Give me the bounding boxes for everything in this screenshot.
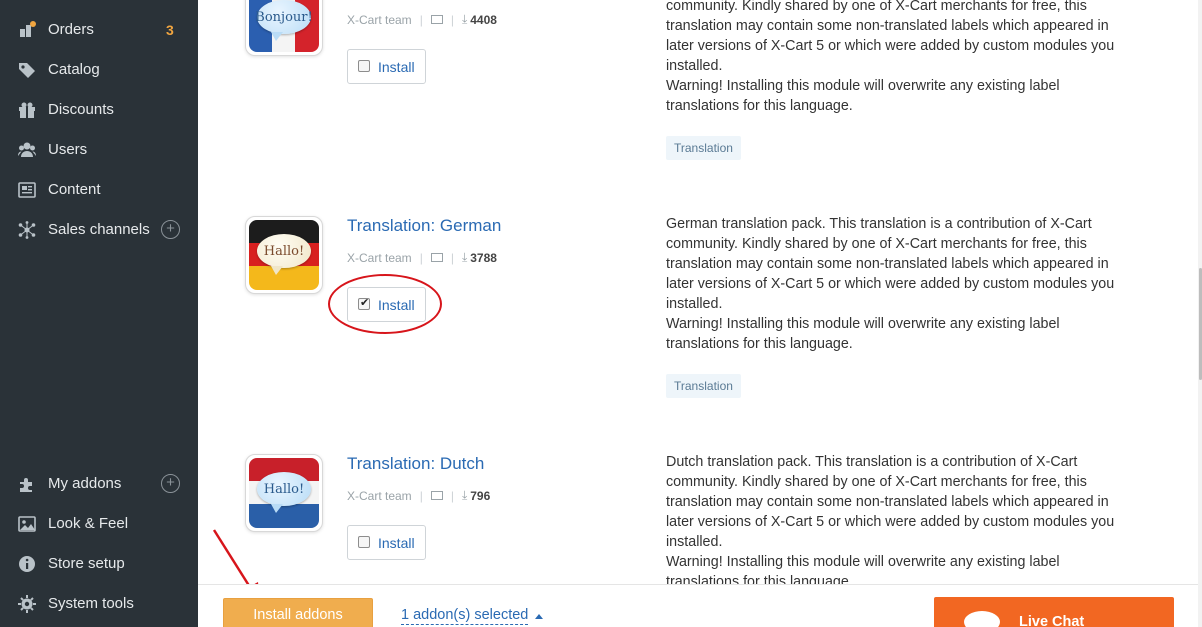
users-icon	[18, 142, 36, 157]
sidebar-item-discounts[interactable]: Discounts	[0, 90, 198, 130]
install-checkbox[interactable]	[358, 536, 370, 548]
description-line: installed.	[666, 58, 723, 74]
sidebar-item-label: Orders	[48, 21, 94, 38]
download-count: 3788	[470, 250, 497, 265]
description-line: installed.	[666, 534, 723, 550]
download-count: 4408	[470, 12, 497, 27]
description-line: Warning! Installing this module will ove…	[666, 78, 1060, 94]
live-chat-button[interactable]: Live Chat	[934, 597, 1174, 627]
sidebar-item-label: My addons	[48, 475, 122, 492]
sidebar: Orders 3 Catalog Discounts Users Content…	[0, 0, 198, 627]
gift-icon	[19, 102, 35, 118]
install-button-french[interactable]: Install	[347, 49, 426, 84]
addon-description: community. Kindly shared by one of X-Car…	[666, 0, 1136, 116]
mail-icon[interactable]	[430, 253, 443, 262]
install-addons-button[interactable]: Install addons	[223, 598, 373, 627]
info-icon	[19, 556, 35, 572]
description-line: community. Kindly shared by one of X-Car…	[666, 236, 1087, 252]
sidebar-item-look-and-feel[interactable]: Look & Feel	[0, 504, 198, 544]
addon-description: German translation pack. This translatio…	[666, 214, 1136, 354]
live-chat-label: Live Chat	[1019, 614, 1085, 627]
sidebar-item-content[interactable]: Content	[0, 170, 198, 210]
description-line: Warning! Installing this module will ove…	[666, 554, 1060, 570]
chat-bubble-icon	[964, 611, 1000, 627]
sidebar-item-orders[interactable]: Orders 3	[0, 10, 198, 50]
download-count: 796	[470, 488, 491, 503]
speech-bubble-icon: Bonjour!	[255, 0, 313, 41]
description-line: German translation pack. This translatio…	[666, 216, 1092, 232]
description-line: Dutch translation pack. This translation…	[666, 454, 1078, 470]
sidebar-item-sales-channels[interactable]: Sales channels +	[0, 210, 198, 250]
mail-icon[interactable]	[430, 15, 443, 24]
description-line: translation may contain some non-transla…	[666, 494, 1109, 510]
sidebar-item-catalog[interactable]: Catalog	[0, 50, 198, 90]
mail-icon[interactable]	[430, 491, 443, 500]
sidebar-item-my-addons[interactable]: My addons +	[0, 464, 198, 504]
speech-bubble-icon: Hallo!	[257, 472, 311, 513]
description-line: installed.	[666, 296, 723, 312]
addon-author: X-Cart team	[347, 488, 412, 503]
description-line: Warning! Installing this module will ove…	[666, 316, 1060, 332]
description-line: translation may contain some non-transla…	[666, 256, 1109, 272]
addon-tile-french[interactable]: Bonjour!	[245, 0, 323, 56]
add-addon-button[interactable]: +	[161, 474, 180, 493]
sidebar-item-label: Look & Feel	[48, 515, 129, 532]
sidebar-item-label: Store setup	[48, 555, 125, 572]
description-line: translation may contain some non-transla…	[666, 18, 1109, 34]
gear-icon	[18, 595, 36, 613]
description-line: later versions of X-Cart 5 or which were…	[666, 38, 1115, 54]
addon-tile-german[interactable]: Hallo!	[245, 216, 323, 294]
addon-author: X-Cart team	[347, 250, 412, 265]
bottom-action-bar: Install addons 1 addon(s) selected Live …	[198, 584, 1198, 627]
speech-bubble-icon: Hallo!	[257, 234, 311, 275]
description-line: community. Kindly shared by one of X-Car…	[666, 474, 1087, 490]
description-line: translations for this language.	[666, 336, 853, 352]
addon-title[interactable]: Translation: German	[347, 216, 501, 236]
sidebar-item-label: Content	[48, 181, 101, 198]
sidebar-item-label: Sales channels	[48, 221, 150, 238]
install-label: Install	[378, 59, 415, 75]
description-line: translations for this language.	[666, 574, 853, 584]
addon-meta: X-Cart team | | ⤓ 796	[347, 488, 491, 503]
sidebar-item-label: Discounts	[48, 101, 114, 118]
sidebar-item-system-tools[interactable]: System tools	[0, 584, 198, 624]
orders-count-badge: 3	[166, 22, 174, 38]
tag-translation[interactable]: Translation	[666, 374, 741, 398]
network-icon	[18, 221, 36, 239]
install-checkbox[interactable]	[358, 60, 370, 72]
tag-icon	[19, 63, 35, 78]
addon-author: X-Cart team	[347, 12, 412, 27]
addon-title[interactable]: Translation: Dutch	[347, 454, 484, 474]
addon-description: Dutch translation pack. This translation…	[666, 452, 1136, 584]
addon-meta: X-Cart team | | ⤓ 4408	[347, 12, 497, 27]
description-line: translations for this language.	[666, 98, 853, 114]
download-icon: ⤓	[461, 488, 468, 502]
sidebar-item-users[interactable]: Users	[0, 130, 198, 170]
selected-addons-toggle[interactable]: 1 addon(s) selected	[401, 607, 529, 625]
description-line: later versions of X-Cart 5 or which were…	[666, 276, 1115, 292]
caret-up-icon[interactable]	[535, 614, 543, 619]
puzzle-icon	[20, 478, 32, 492]
orders-icon	[20, 21, 36, 37]
addon-row-dutch: Hallo! Translation: Dutch X-Cart team | …	[198, 452, 1198, 584]
sidebar-item-label: System tools	[48, 595, 134, 612]
highlight-ellipse	[328, 274, 442, 334]
newspaper-icon	[18, 182, 36, 198]
tag-translation[interactable]: Translation	[666, 136, 741, 160]
sidebar-item-label: Users	[48, 141, 88, 158]
install-label: Install	[378, 535, 415, 551]
addon-row-french: Bonjour! X-Cart team | | ⤓ 4408 Install …	[198, 0, 1198, 200]
add-sales-channel-button[interactable]: +	[161, 220, 180, 239]
addon-tile-dutch[interactable]: Hallo!	[245, 454, 323, 532]
download-icon: ⤓	[461, 12, 468, 26]
image-icon	[18, 516, 36, 532]
description-line: later versions of X-Cart 5 or which were…	[666, 514, 1115, 530]
addon-meta: X-Cart team | | ⤓ 3788	[347, 250, 497, 265]
description-line: community. Kindly shared by one of X-Car…	[666, 0, 1087, 14]
sidebar-item-label: Catalog	[48, 61, 100, 78]
download-icon: ⤓	[461, 250, 468, 264]
install-button-dutch[interactable]: Install	[347, 525, 426, 560]
sidebar-item-store-setup[interactable]: Store setup	[0, 544, 198, 584]
